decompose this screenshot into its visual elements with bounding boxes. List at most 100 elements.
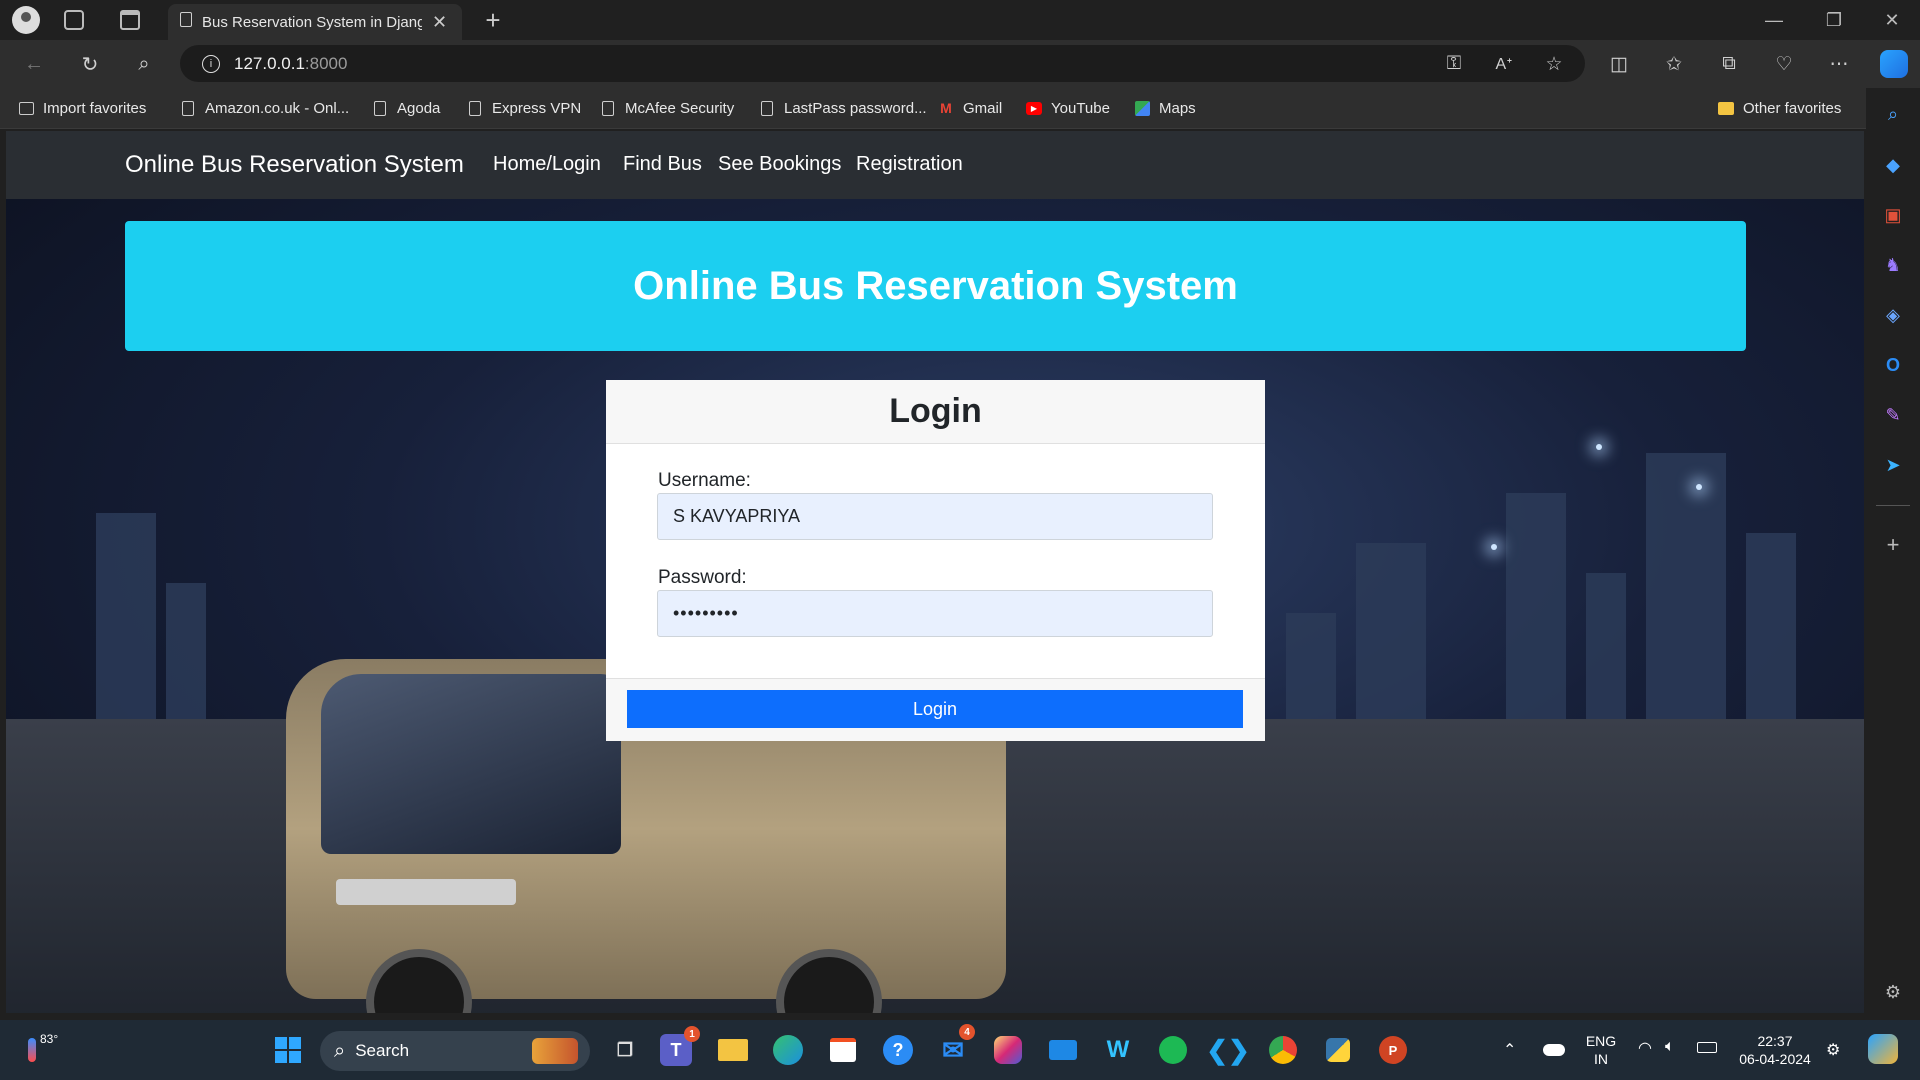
powerpoint-icon[interactable]: P: [1373, 1030, 1413, 1070]
page-icon: [467, 99, 483, 117]
username-input[interactable]: S KAVYAPRIYA: [657, 493, 1213, 540]
spotify-icon[interactable]: [1153, 1030, 1193, 1070]
workspaces-icon[interactable]: [64, 10, 84, 30]
url-host: 127.0.0.1: [234, 53, 305, 73]
login-title: Login: [889, 392, 982, 430]
favorite-star-icon[interactable]: ☆: [1536, 48, 1572, 80]
other-favorites-label: Other favorites: [1743, 99, 1842, 117]
navbar-brand[interactable]: Online Bus Reservation System: [125, 151, 464, 179]
favorite-amazon[interactable]: Amazon.co.uk - Onl...: [180, 95, 349, 121]
address-bar[interactable]: i 127.0.0.1:8000: [180, 45, 1585, 82]
favorite-import[interactable]: Import favorites: [18, 95, 146, 121]
weather-widget[interactable]: 83°: [26, 1032, 76, 1072]
tray-chevron-icon[interactable]: ⌃: [1503, 1040, 1516, 1060]
import-icon: [18, 99, 34, 117]
profile-avatar-icon[interactable]: [12, 6, 40, 34]
nav-see-bookings[interactable]: See Bookings: [718, 153, 841, 176]
mail-badge: 4: [959, 1024, 975, 1040]
battery-icon[interactable]: [1697, 1042, 1717, 1053]
favorite-maps[interactable]: Maps: [1134, 95, 1196, 121]
sidebar-divider: [1876, 505, 1910, 506]
weather-temp: 83°: [40, 1032, 59, 1046]
new-tab-button[interactable]: +: [478, 4, 508, 36]
teams-badge: 1: [684, 1026, 700, 1042]
nav-home-login[interactable]: Home/Login: [493, 153, 601, 176]
help-icon[interactable]: ?: [878, 1030, 918, 1070]
sidebar-shopping-icon[interactable]: ◆: [1876, 148, 1910, 182]
site-info-icon[interactable]: i: [202, 54, 220, 73]
vertical-tabs-icon[interactable]: [120, 10, 140, 30]
close-window-button[interactable]: ✕: [1864, 0, 1920, 40]
favorite-expressvpn[interactable]: Express VPN: [467, 95, 581, 121]
start-icon[interactable]: [268, 1030, 308, 1070]
favorite-agoda[interactable]: Agoda: [372, 95, 440, 121]
instagram-icon[interactable]: [988, 1030, 1028, 1070]
browser-tab-active[interactable]: Bus Reservation System in Djang ✕: [168, 4, 462, 40]
restore-button[interactable]: ❐: [1806, 0, 1862, 40]
sidebar-send-icon[interactable]: ➤: [1876, 448, 1910, 482]
webex-icon[interactable]: W: [1098, 1030, 1138, 1070]
refresh-button[interactable]: ↻: [72, 48, 108, 80]
language-indicator[interactable]: ENG IN: [1585, 1032, 1617, 1068]
sidebar-add-icon[interactable]: +: [1876, 528, 1910, 562]
favorites-icon[interactable]: ✩: [1656, 48, 1692, 80]
sidebar-m365-icon[interactable]: ◈: [1876, 298, 1910, 332]
favorite-mcafee[interactable]: McAfee Security: [600, 95, 734, 121]
more-menu-icon[interactable]: ⋯: [1821, 48, 1857, 80]
browser-essentials-icon[interactable]: ♡: [1766, 48, 1802, 80]
edge-icon[interactable]: [768, 1030, 808, 1070]
copilot-icon[interactable]: [1880, 50, 1908, 78]
store-icon[interactable]: [823, 1030, 863, 1070]
close-tab-icon[interactable]: ✕: [432, 12, 447, 33]
favorite-label: Import favorites: [43, 99, 147, 117]
onedrive-icon[interactable]: [1543, 1044, 1565, 1056]
password-input[interactable]: •••••••••: [657, 590, 1213, 637]
other-favorites[interactable]: Other favorites: [1718, 95, 1841, 121]
password-label: Password:: [658, 567, 747, 588]
teams-icon[interactable]: T 1: [660, 1026, 700, 1066]
volume-icon[interactable]: 🔈︎: [1665, 1038, 1675, 1056]
login-button[interactable]: Login: [627, 690, 1243, 728]
gmail-icon: M: [940, 100, 952, 116]
task-view-icon[interactable]: ❐: [605, 1030, 645, 1070]
minimize-button[interactable]: —: [1746, 0, 1802, 40]
search-icon[interactable]: ⌕: [126, 48, 162, 80]
back-button[interactable]: ←: [16, 48, 52, 80]
python-icon[interactable]: [1318, 1030, 1358, 1070]
wifi-icon[interactable]: ◠: [1638, 1038, 1652, 1058]
sidebar-tools-icon[interactable]: ▣: [1876, 198, 1910, 232]
copilot-taskbar-icon[interactable]: [1868, 1034, 1898, 1064]
vscode-icon[interactable]: ❮❯: [1206, 1030, 1250, 1070]
page-icon: [759, 99, 775, 117]
read-aloud-icon[interactable]: Aᐩ: [1486, 48, 1522, 80]
username-label: Username:: [658, 470, 751, 491]
favorite-label: Amazon.co.uk - Onl...: [205, 99, 350, 117]
sidebar-designer-icon[interactable]: ✎: [1876, 398, 1910, 432]
nav-registration[interactable]: Registration: [856, 153, 963, 176]
file-explorer-icon[interactable]: [713, 1030, 753, 1070]
favorite-gmail[interactable]: M Gmail: [938, 95, 1002, 121]
page-icon: [180, 99, 196, 117]
mail-icon[interactable]: ✉ 4: [933, 1024, 975, 1070]
search-icon: ⌕: [334, 1039, 346, 1062]
language-line1: ENG: [1585, 1033, 1617, 1049]
chrome-icon[interactable]: [1263, 1030, 1303, 1070]
taskbar-search[interactable]: ⌕ Search: [320, 1031, 590, 1071]
sidebar-outlook-icon[interactable]: O: [1876, 348, 1910, 382]
youtube-icon: ▶: [1026, 99, 1042, 117]
focus-icon[interactable]: ⚙: [1826, 1040, 1840, 1060]
sidebar-search-icon[interactable]: ⌕: [1876, 97, 1910, 131]
maps-icon: [1134, 99, 1150, 117]
favorite-youtube[interactable]: ▶ YouTube: [1026, 95, 1110, 121]
sidebar-games-icon[interactable]: ♞: [1876, 248, 1910, 282]
clock-time: 22:37: [1757, 1033, 1793, 1049]
favorite-lastpass[interactable]: LastPass password...: [759, 95, 927, 121]
app-icon[interactable]: [1043, 1030, 1083, 1070]
sidebar-settings-icon[interactable]: ⚙: [1876, 975, 1910, 1009]
clock[interactable]: 22:37 06-04-2024: [1730, 1032, 1820, 1068]
thermometer-icon: [28, 1038, 36, 1062]
key-icon[interactable]: ⚿: [1436, 48, 1472, 80]
nav-find-bus[interactable]: Find Bus: [623, 153, 702, 176]
split-screen-icon[interactable]: ◫: [1601, 48, 1637, 80]
collections-icon[interactable]: ⧉: [1711, 48, 1747, 80]
